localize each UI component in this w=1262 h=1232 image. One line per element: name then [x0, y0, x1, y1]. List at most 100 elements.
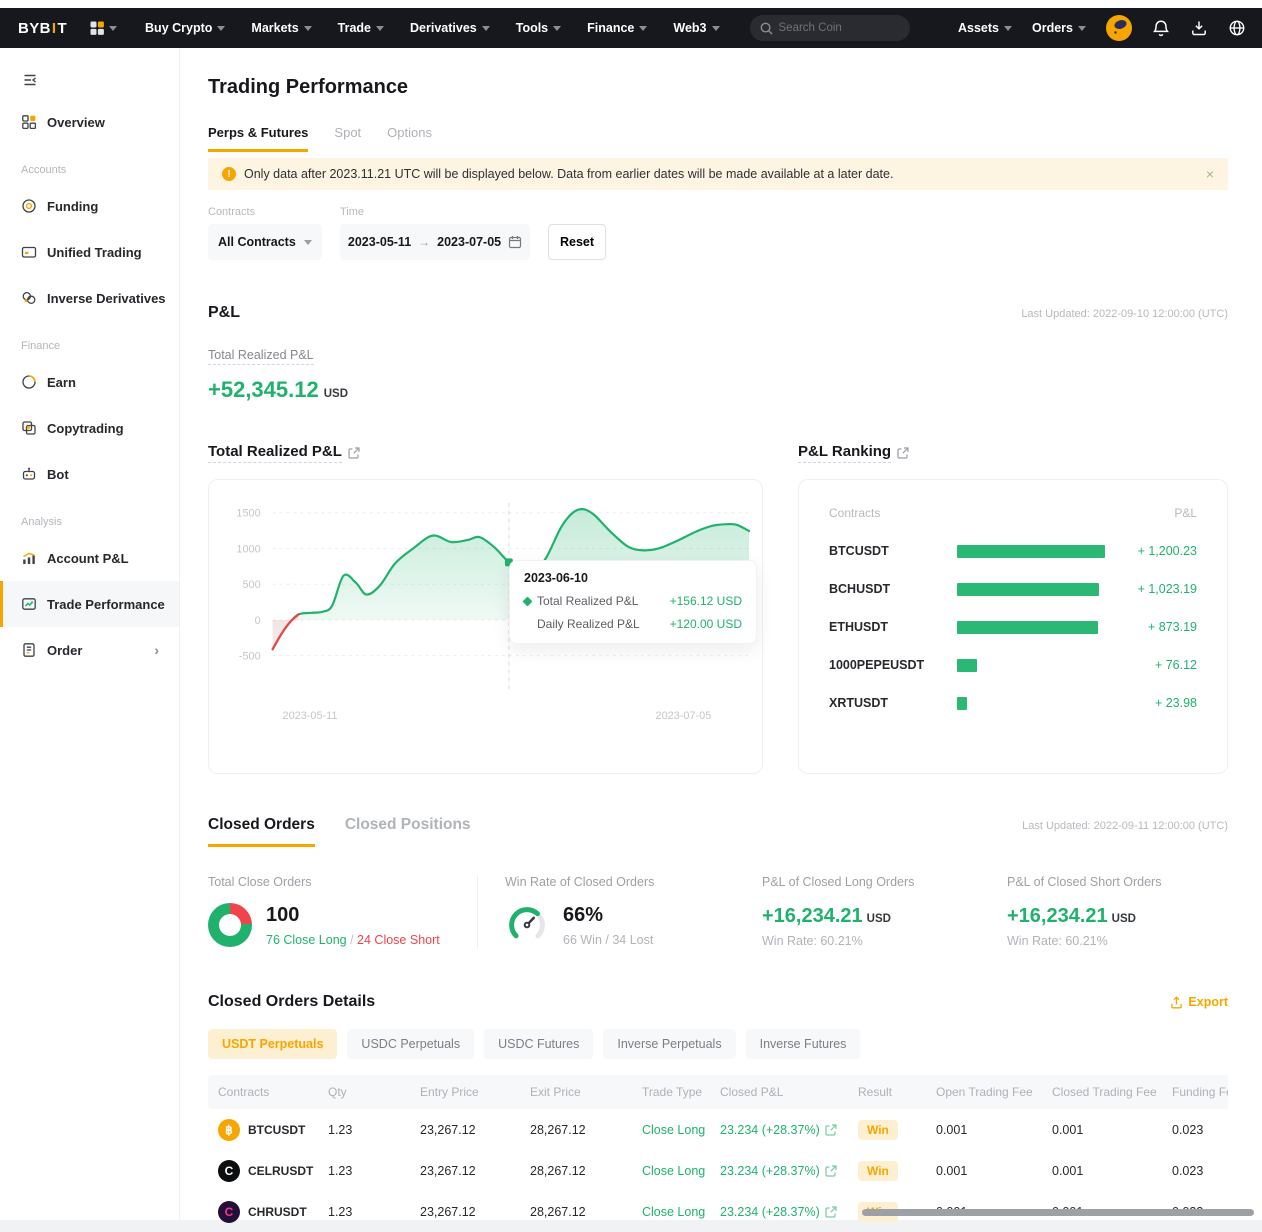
- sidebar-item-account-pnl[interactable]: Account P&L: [0, 535, 179, 581]
- logo-text: BYB: [18, 19, 51, 37]
- banner-text: Only data after 2023.11.21 UTC will be d…: [244, 167, 894, 181]
- stat-pnl-long: P&L of Closed Long Orders +16,234.21 USD …: [762, 875, 915, 948]
- tab-closed-positions[interactable]: Closed Positions: [345, 816, 471, 844]
- page-title: Trading Performance: [208, 76, 409, 98]
- market-tabs: Perps & Futures Spot Options: [208, 125, 1228, 152]
- line-chart-panel: 1500 1000 500 0 -500 2023-05-11 2023-07-05 202…: [208, 479, 763, 774]
- contracts-select[interactable]: All Contracts: [208, 224, 322, 260]
- sidebar-item-overview[interactable]: Overview: [0, 99, 179, 145]
- contracts-filter-group: Contracts All Contracts: [208, 206, 322, 260]
- top-nav: BYB I T Buy Crypto Markets Trade Derivativ…: [0, 8, 1262, 48]
- main-menu: Buy Crypto Markets Trade Derivatives Too…: [145, 21, 719, 35]
- tab-spot[interactable]: Spot: [334, 125, 361, 152]
- chr-coin-icon: C: [218, 1200, 240, 1223]
- ranking-title: P&L Ranking: [798, 443, 909, 463]
- date-to: 2023-07-05: [437, 235, 502, 249]
- chevron-down-icon: [482, 26, 490, 31]
- tooltip-row: Daily Realized P&L +120.00 USD: [537, 617, 742, 631]
- bybit-logo[interactable]: BYB I T: [18, 20, 67, 37]
- horizontal-scrollbar[interactable]: [862, 1209, 1254, 1216]
- menu-web3[interactable]: Web3: [673, 21, 719, 35]
- pill-usdt-perpetuals[interactable]: USDT Perpetuals: [208, 1029, 338, 1059]
- close-icon[interactable]: ×: [1206, 166, 1214, 182]
- tab-perps-futures[interactable]: Perps & Futures: [208, 125, 309, 152]
- ranking-row: BCHUSDT + 1,023.19: [829, 582, 1197, 596]
- closed-pnl-link[interactable]: 23.234 (+28.37%): [720, 1164, 848, 1178]
- language-globe-icon[interactable]: [1228, 19, 1246, 37]
- ranking-row: XRTUSDT + 23.98: [829, 696, 1197, 710]
- pill-inverse-perpetuals[interactable]: Inverse Perpetuals: [603, 1029, 736, 1059]
- logo-text-2: T: [57, 19, 68, 37]
- copytrading-icon: [21, 420, 37, 436]
- chevron-down-icon: [1078, 26, 1086, 31]
- details-title: Closed Orders Details: [208, 993, 376, 1010]
- pill-usdc-perpetuals[interactable]: USDC Perpetuals: [347, 1029, 475, 1059]
- orders-menu[interactable]: Orders: [1032, 21, 1086, 35]
- close-orders-donut-chart: [208, 903, 252, 947]
- sidebar-section-analysis: Analysis: [21, 516, 62, 528]
- chevron-down-icon: [304, 26, 312, 31]
- trade-performance-icon: [21, 596, 37, 612]
- closed-tabs-row: Closed Orders Closed Positions Last Upda…: [208, 816, 1228, 847]
- sidebar-item-funding[interactable]: Funding: [0, 183, 179, 229]
- svg-text:1500: 1500: [236, 508, 260, 520]
- sidebar-item-inverse-derivatives[interactable]: Inverse Derivatives: [0, 275, 179, 321]
- series-marker-icon: [522, 596, 533, 606]
- sidebar-item-earn[interactable]: Earn: [0, 359, 179, 405]
- menu-finance[interactable]: Finance: [587, 21, 647, 35]
- external-link-icon[interactable]: [897, 447, 909, 459]
- result-badge: Win: [858, 1160, 898, 1181]
- chevron-down-icon: [712, 26, 720, 31]
- pill-usdc-futures[interactable]: USDC Futures: [484, 1029, 594, 1059]
- chart-tooltip: 2023-06-10 Total Realized P&L +156.12 US…: [509, 560, 757, 644]
- download-app-icon[interactable]: [1190, 19, 1208, 37]
- win-rate-gauge-icon: [509, 907, 545, 939]
- sidebar-item-order[interactable]: Order ›: [0, 627, 179, 673]
- btc-coin-icon: ฿: [218, 1118, 240, 1141]
- tab-closed-orders[interactable]: Closed Orders: [208, 816, 315, 847]
- user-avatar[interactable]: [1106, 15, 1132, 41]
- menu-derivatives[interactable]: Derivatives: [410, 21, 490, 35]
- table-row: C CELRUSDT 1.23 23,267.12 28,267.12 Close…: [208, 1150, 1228, 1191]
- menu-buy-crypto[interactable]: Buy Crypto: [145, 21, 225, 35]
- search-input[interactable]: [778, 22, 889, 34]
- filters-row: Contracts All Contracts Time 2023-05-11 …: [208, 206, 1228, 260]
- sidebar-item-unified-trading[interactable]: Unified Trading: [0, 229, 179, 275]
- unified-trading-card-icon: [21, 244, 37, 260]
- ranking-bar: [957, 620, 1098, 634]
- svg-text:0: 0: [255, 615, 261, 627]
- sidebar-collapse-button[interactable]: [0, 62, 179, 99]
- stat-win-rate: Win Rate of Closed Orders 66% 66 Win / 3…: [505, 875, 655, 947]
- sidebar-item-bot[interactable]: Bot: [0, 451, 179, 497]
- ranking-panel: Contracts P&L BTCUSDT + 1,200.23 BCHUSDT…: [798, 479, 1228, 774]
- time-filter-label: Time: [340, 206, 365, 218]
- total-realized-pnl-label: Total Realized P&L: [208, 348, 314, 365]
- pill-inverse-futures[interactable]: Inverse Futures: [745, 1029, 861, 1059]
- menu-markets[interactable]: Markets: [251, 21, 311, 35]
- reset-button[interactable]: Reset: [548, 224, 606, 260]
- table-header: Contracts Qty Entry Price Exit Price Tra…: [208, 1075, 1228, 1109]
- date-range-picker[interactable]: 2023-05-11 → 2023-07-05: [340, 224, 530, 260]
- menu-trade[interactable]: Trade: [338, 21, 384, 35]
- closed-pnl-link[interactable]: 23.234 (+28.37%): [720, 1123, 848, 1137]
- ranking-row: ETHUSDT + 873.19: [829, 620, 1197, 634]
- main-content: Trading Performance Perps & Futures Spot…: [180, 48, 1262, 1223]
- export-button[interactable]: Export: [1170, 995, 1228, 1009]
- assets-menu[interactable]: Assets: [958, 21, 1012, 35]
- apps-grid-button[interactable]: [89, 20, 117, 36]
- sidebar-item-trade-performance[interactable]: Trade Performance: [0, 581, 179, 627]
- chart-title: Total Realized P&L: [208, 443, 360, 463]
- closed-stats-row: Total Close Orders 100 76 Close Long / 2…: [208, 873, 1228, 949]
- svg-text:1000: 1000: [236, 543, 260, 555]
- closed-pnl-link[interactable]: 23.234 (+28.37%): [720, 1205, 848, 1219]
- pnl-heading: P&L: [208, 304, 240, 321]
- tab-options[interactable]: Options: [387, 125, 432, 152]
- menu-tools[interactable]: Tools: [516, 21, 561, 35]
- notifications-bell-icon[interactable]: [1152, 19, 1170, 37]
- external-link-icon[interactable]: [348, 447, 360, 459]
- stat-pnl-short: P&L of Closed Short Orders +16,234.21 USD…: [1007, 875, 1162, 948]
- notice-banner: ! Only data after 2023.11.21 UTC will be…: [208, 158, 1228, 190]
- search-box[interactable]: [749, 15, 910, 41]
- stat-total-close-orders: Total Close Orders 100 76 Close Long / 2…: [208, 873, 505, 949]
- sidebar-item-copytrading[interactable]: Copytrading: [0, 405, 179, 451]
